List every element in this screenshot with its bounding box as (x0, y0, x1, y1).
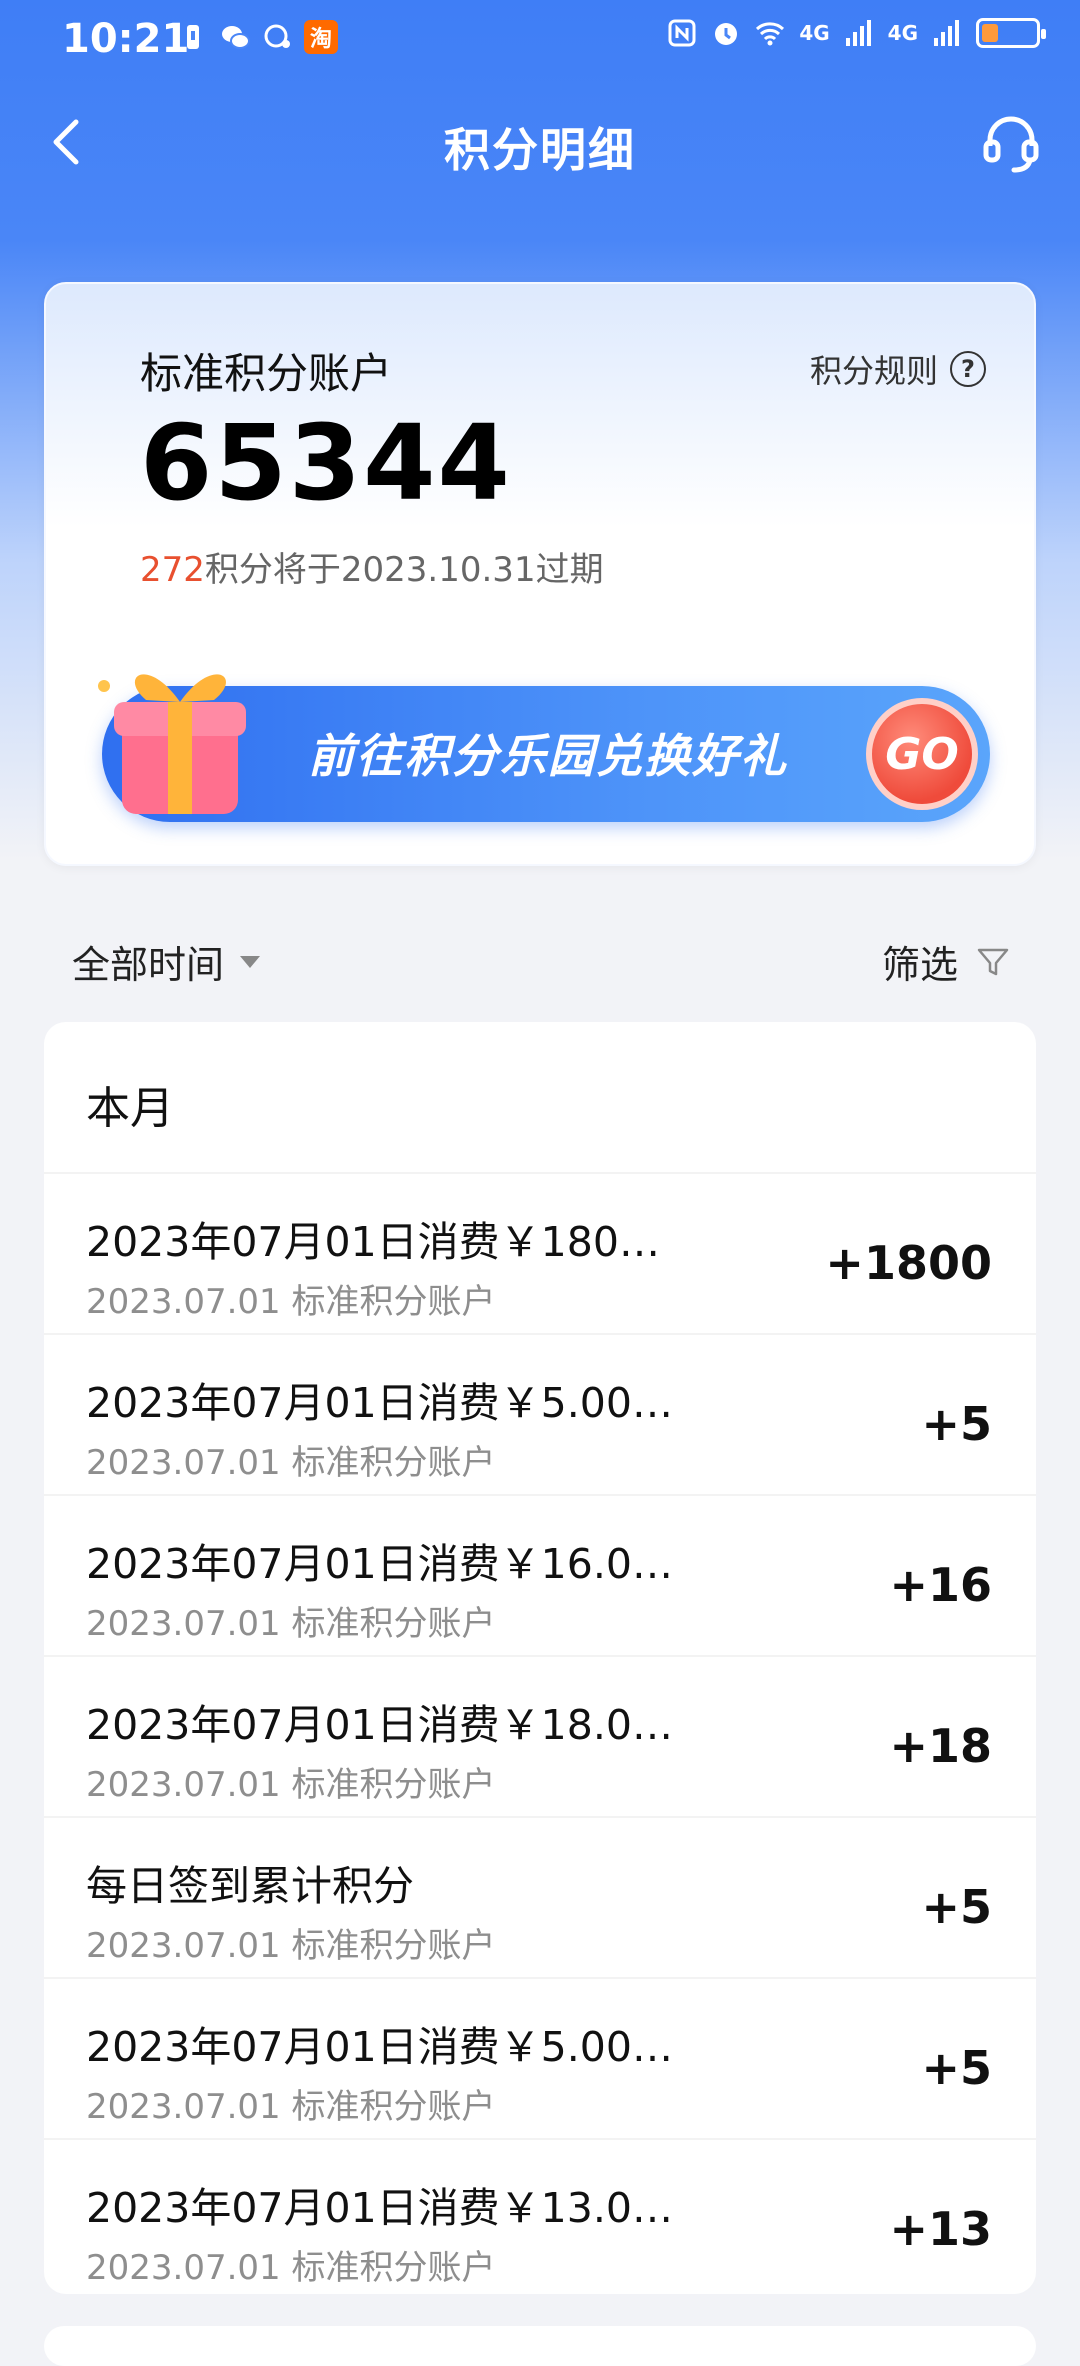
account-label: 标准积分账户 (140, 349, 393, 398)
funnel-icon (977, 948, 1009, 975)
account-card: 标准积分账户 积分规则 ? 65344 272积分将于2023.10.31过期 … (44, 282, 1036, 866)
filter-label: 筛选 (881, 943, 958, 987)
item-title: 2023年07月01日消费￥16.0… (86, 1540, 673, 1588)
signal-icon-2 (934, 20, 959, 46)
list-item[interactable]: 每日签到累计积分 2023.07.01 标准积分账户 +5 (44, 1816, 1036, 1977)
banner-text: 前往积分乐园兑换好礼 (308, 729, 788, 783)
item-subtitle: 2023.07.01 标准积分账户 (86, 2087, 496, 2127)
signal-icon (845, 20, 871, 46)
wifi-icon (756, 22, 785, 46)
item-title: 2023年07月01日消费￥18.0… (86, 1701, 673, 1749)
item-amount: +18 (889, 1719, 992, 1773)
battery-icon (976, 18, 1046, 48)
item-subtitle: 2023.07.01 标准积分账户 (86, 1604, 496, 1644)
item-subtitle: 2023.07.01 标准积分账户 (86, 2248, 496, 2288)
alarm-icon (715, 23, 738, 45)
message-bubble-icon (264, 24, 290, 48)
item-title: 2023年07月01日消费￥5.00… (86, 1379, 673, 1427)
transactions-card: 本月 2023年07月01日消费￥180… 2023.07.01 标准积分账户 … (44, 1022, 1036, 2294)
taobao-icon: 淘 (304, 20, 338, 54)
page-title: 积分明细 (444, 123, 636, 177)
status-bar: 10:21 淘 4G 4G (0, 0, 1080, 76)
item-amount: +16 (889, 1558, 992, 1612)
item-amount: +5 (921, 2041, 992, 2095)
list-item[interactable]: 2023年07月01日消费￥5.00… 2023.07.01 标准积分账户 +5 (44, 1333, 1036, 1494)
item-title: 2023年07月01日消费￥13.0… (86, 2184, 673, 2232)
caret-down-icon (240, 955, 261, 968)
item-amount: +5 (921, 1397, 992, 1451)
points-rules-label: 积分规则 (809, 352, 938, 390)
points-park-banner[interactable]: 前往积分乐园兑换好礼 GO (98, 674, 990, 822)
item-title: 2023年07月01日消费￥180… (86, 1218, 660, 1266)
filter-row: 全部时间 筛选 (0, 930, 1080, 990)
filter-button[interactable]: 筛选 (882, 934, 1010, 989)
item-amount: +13 (889, 2202, 992, 2256)
item-title: 2023年07月01日消费￥5.00… (86, 2023, 673, 2071)
list-item[interactable]: 2023年07月01日消费￥16.0… 2023.07.01 标准积分账户 +1… (44, 1494, 1036, 1655)
list-item[interactable]: 2023年07月01日消费￥180… 2023.07.01 标准积分账户 +18… (44, 1172, 1036, 1333)
battery-saver-icon (187, 25, 199, 49)
list-item[interactable]: 2023年07月01日消费￥18.0… 2023.07.01 标准积分账户 +1… (44, 1655, 1036, 1816)
wechat-icon (222, 26, 250, 49)
item-title: 每日签到累计积分 (86, 1862, 414, 1910)
system-icons: 4G 4G (667, 18, 1046, 48)
list-item[interactable]: 2023年07月01日消费￥5.00… 2023.07.01 标准积分账户 +5 (44, 1977, 1036, 2138)
status-time: 10:21 (62, 16, 190, 62)
item-amount: +1800 (825, 1236, 992, 1290)
gift-box-icon (98, 674, 246, 814)
network-type-1: 4G (799, 21, 830, 45)
item-subtitle: 2023.07.01 标准积分账户 (86, 1926, 496, 1966)
list-item[interactable]: 2023年07月01日消费￥13.0… 2023.07.01 标准积分账户 +1… (44, 2138, 1036, 2294)
notification-icons: 淘 (178, 20, 338, 54)
headset-icon[interactable] (978, 110, 1044, 176)
item-amount: +5 (921, 1880, 992, 1934)
expire-text: 积分将于2023.10.31过期 (204, 550, 604, 590)
nfc-icon (668, 19, 696, 47)
question-icon: ? (950, 351, 986, 387)
item-subtitle: 2023.07.01 标准积分账户 (86, 1282, 496, 1322)
time-filter-dropdown[interactable]: 全部时间 (72, 934, 261, 989)
points-rules-link[interactable]: 积分规则 ? (810, 346, 986, 392)
expire-notice: 272积分将于2023.10.31过期 (140, 542, 604, 591)
item-subtitle: 2023.07.01 标准积分账户 (86, 1765, 496, 1805)
item-subtitle: 2023.07.01 标准积分账户 (86, 1443, 496, 1483)
points-balance: 65344 (140, 402, 512, 524)
next-card-edge (44, 2326, 1036, 2366)
nav-bar: 积分明细 (0, 96, 1080, 186)
month-header: 本月 (86, 1083, 174, 1134)
time-filter-label: 全部时间 (72, 943, 225, 987)
go-button[interactable]: GO (866, 698, 978, 810)
expire-amount: 272 (140, 550, 205, 590)
network-type-2: 4G (887, 21, 918, 45)
